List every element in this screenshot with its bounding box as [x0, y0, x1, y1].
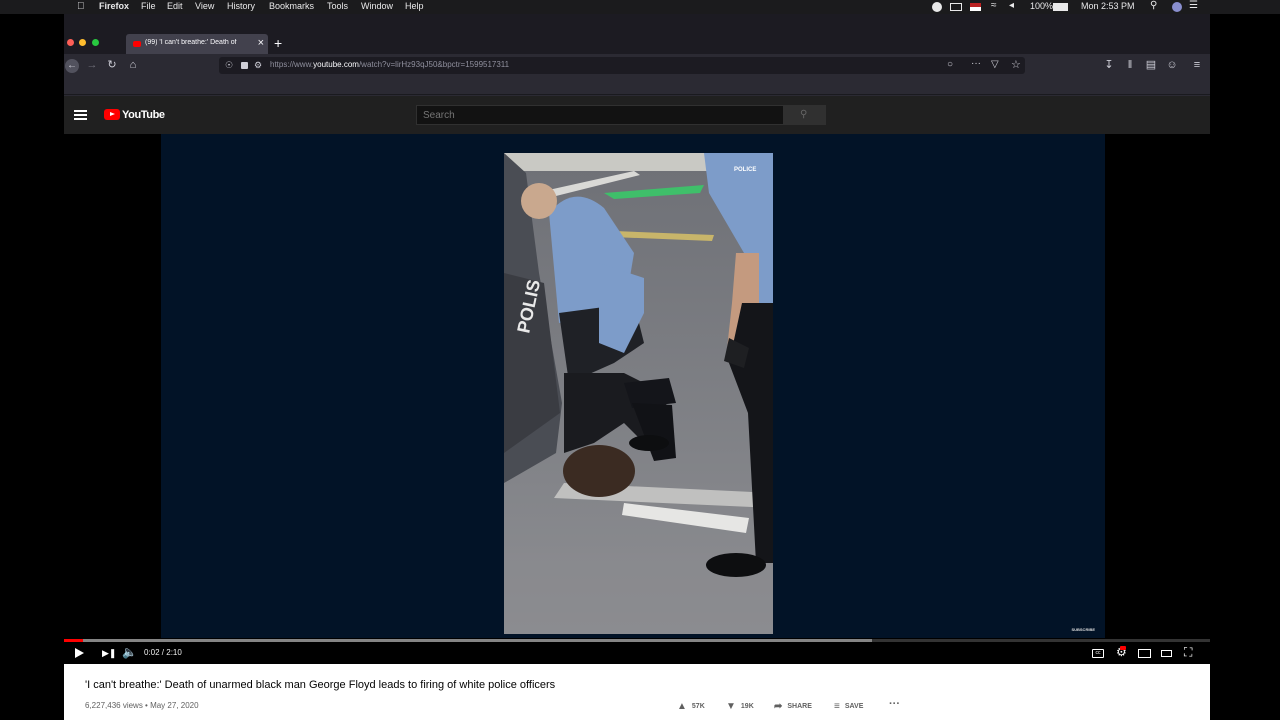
search-icon: ⚲ — [800, 109, 808, 120]
tab-youtube[interactable]: (99) 'I can't breathe:' Death of × — [126, 34, 268, 54]
menu-edit[interactable]: Edit — [167, 1, 183, 11]
url-prefix: https://www. — [270, 60, 314, 69]
thumbs-up-icon: ▲ — [677, 701, 687, 712]
flag-icon[interactable] — [970, 3, 981, 11]
like-count: 57K — [691, 703, 705, 710]
url-path: /watch?v=lirHz93qJ50&bpctr=1599517311 — [358, 60, 510, 69]
fullscreen-button[interactable]: ⛶ — [1184, 645, 1192, 660]
guide-menu-icon[interactable] — [74, 110, 87, 120]
zoom-window-button[interactable] — [92, 39, 99, 46]
menu-file[interactable]: File — [141, 1, 156, 11]
like-button[interactable]: ▲ 57K — [677, 701, 705, 712]
forward-button[interactable]: → — [85, 58, 99, 72]
video-stage[interactable]: POLIS POLICE SUBSCRIBE — [161, 134, 1105, 638]
url-text[interactable]: https://www.youtube.com/watch?v=lirHz93q… — [270, 60, 509, 69]
app-menu-icon[interactable]: ≡ — [1190, 58, 1204, 72]
menu-clock[interactable]: Mon 2:53 PM — [1081, 1, 1135, 11]
new-tab-button[interactable]: + — [274, 35, 282, 51]
browser-window: (99) 'I can't breathe:' Death of × + ← →… — [64, 14, 1210, 720]
tracking-shield-icon[interactable]: ☉ — [225, 60, 233, 71]
address-bar[interactable]: ☉ ⚙ https://www.youtube.com/watch?v=lirH… — [219, 57, 1025, 74]
page-actions-icon[interactable]: ··· — [971, 58, 981, 69]
lightbulb-icon[interactable]: ○ — [947, 59, 953, 70]
search-input[interactable] — [416, 105, 784, 125]
volume-icon[interactable]: ◂ — [1009, 0, 1014, 11]
status-app-icon[interactable] — [932, 2, 942, 12]
save-button[interactable]: ≡ SAVE — [834, 701, 863, 712]
menu-window[interactable]: Window — [361, 1, 393, 11]
bookmark-star-icon[interactable]: ☆ — [1011, 58, 1021, 71]
next-button[interactable]: ▶❚ — [102, 648, 116, 658]
home-button[interactable]: ⌂ — [126, 58, 140, 72]
dislike-count: 19K — [740, 703, 754, 710]
share-button[interactable]: ➦ SHARE — [774, 701, 812, 712]
dislike-button[interactable]: ▼ 19K — [726, 701, 754, 712]
lock-icon[interactable] — [241, 62, 248, 69]
video-meta: 6,227,436 views • May 27, 2020 — [85, 701, 199, 710]
theater-mode-button[interactable] — [1161, 650, 1172, 657]
reload-button[interactable]: ↻ — [105, 58, 119, 72]
menu-help[interactable]: Help — [405, 1, 424, 11]
progress-buffered — [64, 639, 872, 642]
control-center-icon[interactable]: ☰ — [1189, 0, 1198, 11]
siri-icon[interactable] — [1172, 2, 1182, 12]
search-button[interactable]: ⚲ — [784, 105, 826, 125]
menu-app-name[interactable]: Firefox — [99, 1, 129, 11]
window-titlebar — [64, 14, 1210, 34]
video-title: 'I can't breathe:' Death of unarmed blac… — [85, 679, 556, 691]
youtube-logo-icon[interactable] — [104, 109, 120, 120]
save-label: SAVE — [844, 703, 864, 710]
play-button[interactable] — [75, 648, 84, 658]
pocket-icon[interactable]: ▽ — [991, 59, 999, 70]
progress-played — [64, 639, 84, 642]
close-window-button[interactable] — [67, 39, 74, 46]
video-frame[interactable]: POLIS POLICE — [504, 153, 773, 634]
captions-button[interactable]: cc — [1092, 649, 1104, 658]
back-button[interactable]: ← — [65, 59, 79, 73]
tab-title: (99) 'I can't breathe:' Death of — [145, 39, 237, 46]
volume-button[interactable]: 🔈 — [122, 645, 137, 659]
hd-badge — [1120, 646, 1126, 650]
youtube-favicon-icon — [133, 41, 141, 47]
menu-view[interactable]: View — [195, 1, 214, 11]
subscribe-watermark[interactable]: SUBSCRIBE — [1071, 627, 1095, 632]
uniform-patch-text: POLICE — [734, 167, 756, 173]
youtube-logo-text[interactable]: YouTube — [122, 109, 165, 121]
spotlight-icon[interactable]: ⚲ — [1150, 0, 1157, 11]
close-tab-icon[interactable]: × — [258, 37, 264, 49]
menu-tools[interactable]: Tools — [327, 1, 348, 11]
share-icon: ➦ — [774, 701, 783, 712]
library-icon[interactable]: ‖ — [1123, 58, 1137, 72]
video-still-image: POLIS POLICE — [504, 153, 773, 634]
apple-icon[interactable]:  — [77, 1, 85, 12]
miniplayer-button[interactable] — [1138, 649, 1151, 658]
battery-icon[interactable] — [1053, 3, 1068, 11]
bookmarks-toolbar — [64, 78, 1210, 95]
permissions-icon[interactable]: ⚙ — [254, 60, 262, 71]
menu-history[interactable]: History — [227, 1, 255, 11]
macos-menu-bar:  Firefox File Edit View History Bookmar… — [0, 0, 1280, 14]
share-label: SHARE — [787, 703, 812, 710]
downloads-icon[interactable]: ↧ — [1102, 58, 1116, 72]
account-icon[interactable]: ☺ — [1165, 58, 1179, 72]
time-display: 0:02 / 2:10 — [144, 648, 182, 657]
playlist-add-icon: ≡ — [834, 701, 840, 712]
airplay-icon[interactable] — [950, 3, 962, 11]
video-info-panel: 'I can't breathe:' Death of unarmed blac… — [64, 664, 1210, 720]
menu-bookmarks[interactable]: Bookmarks — [269, 1, 314, 11]
battery-percent[interactable]: 100% — [1030, 1, 1053, 11]
thumbs-down-icon: ▼ — [726, 701, 736, 712]
sidebar-icon[interactable]: ▤ — [1144, 58, 1158, 72]
url-host: youtube.com — [313, 60, 359, 69]
wifi-icon[interactable]: ≈ — [991, 0, 997, 11]
youtube-header: YouTube ⚲ — [64, 96, 1210, 134]
more-actions-icon[interactable]: ··· — [889, 698, 900, 710]
minimize-window-button[interactable] — [79, 39, 86, 46]
video-player[interactable]: POLIS POLICE SUBSCRIBE ▶❚ 🔈 0:02 / 2:10 … — [64, 134, 1210, 664]
